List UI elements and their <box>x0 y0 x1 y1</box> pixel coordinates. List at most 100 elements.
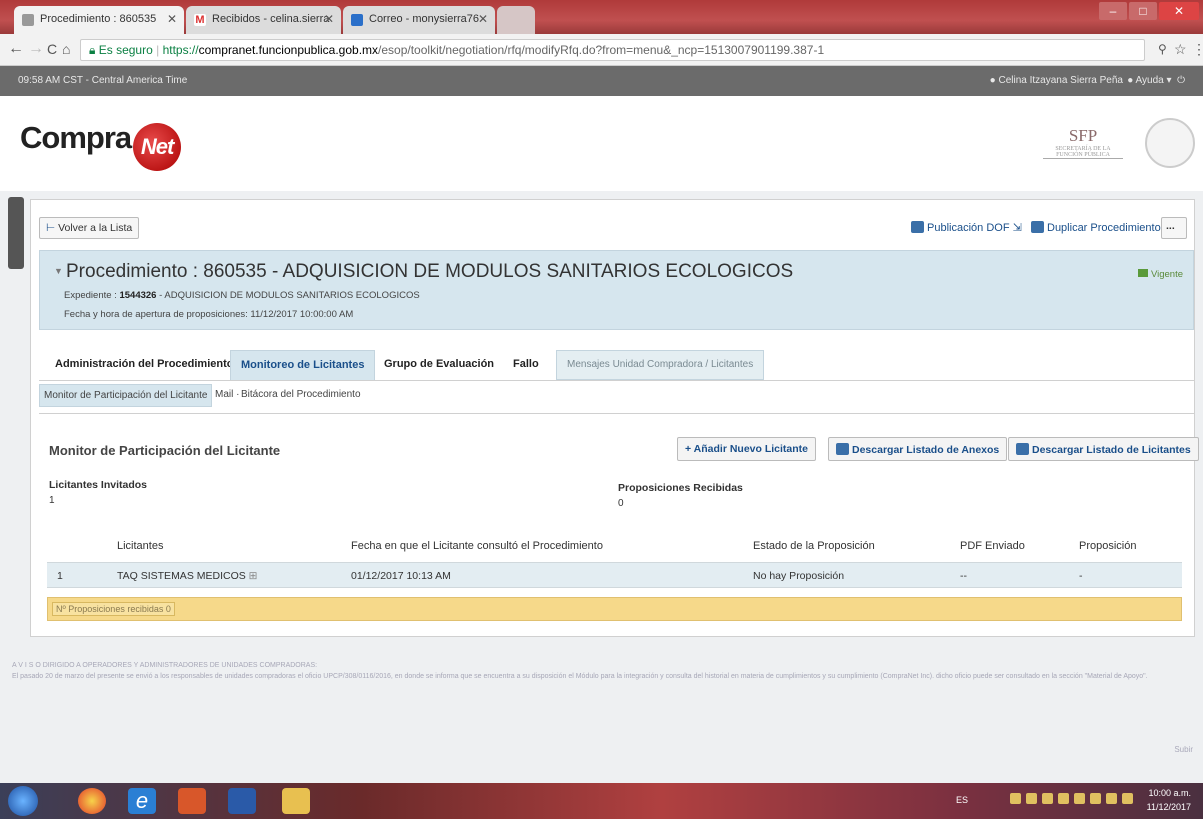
back-arrow-icon: ⊢ <box>46 222 56 234</box>
status-icon <box>1137 269 1148 277</box>
download-anexos-label: Descargar Listado de Anexos <box>852 444 1000 456</box>
sub-tab-bar: Monitor de Participación del Licitante M… <box>39 380 1194 414</box>
status-badge: Vigente <box>1137 269 1183 280</box>
minimize-icon[interactable]: – <box>1099 2 1127 20</box>
internet-explorer-icon[interactable]: e <box>128 788 156 814</box>
window-controls: – □ ✕ <box>1099 2 1199 20</box>
sfp-subtitle: SECRETARÍA DE LA FUNCIÓN PÚBLICA <box>1055 146 1111 158</box>
zoom-icon[interactable]: ⚲ <box>1158 42 1167 56</box>
compranet-logo[interactable]: Compra Net <box>20 120 182 171</box>
status-label: Vigente <box>1150 269 1183 280</box>
clock[interactable]: 10:00 a.m. 11/12/2017 <box>1147 786 1191 814</box>
url-field[interactable]: 🔒︎ Es seguro | https://compranet.funcion… <box>80 39 1145 61</box>
word-icon[interactable] <box>228 788 256 814</box>
dof-label: Publicación DOF <box>927 222 1010 234</box>
browser-tab-correo[interactable]: Correo - monysierra76 ✕ <box>343 6 495 34</box>
expediente-desc: - ADQUISICION DE MODULOS SANITARIOS ECOL… <box>156 290 420 301</box>
download-icon <box>836 443 849 455</box>
download-licitantes-label: Descargar Listado de Licitantes <box>1032 444 1191 456</box>
tray-icon[interactable] <box>1106 793 1117 804</box>
publicacion-dof-link[interactable]: Publicación DOF ⇲ <box>911 221 1022 234</box>
close-icon[interactable]: ✕ <box>478 12 488 26</box>
browser-tab-recibidos[interactable]: M Recibidos - celina.sierra ✕ <box>186 6 341 34</box>
back-to-list-button[interactable]: ⊢ Volver a la Lista <box>39 217 140 239</box>
duplicate-procedure-link[interactable]: Duplicar Procedimiento <box>1031 221 1161 234</box>
forward-arrow-icon[interactable]: → <box>28 40 44 58</box>
sfp-logo: SFP SECRETARÍA DE LA FUNCIÓN PÚBLICA <box>1043 126 1123 159</box>
tab-fallo[interactable]: Fallo <box>503 350 549 380</box>
url-path: /esop/toolkit/negotiation/rfq/modifyRfq.… <box>378 43 825 57</box>
back-arrow-icon[interactable]: ← <box>8 40 24 58</box>
tab-monitoreo[interactable]: Monitoreo de Licitantes <box>230 350 376 380</box>
close-icon[interactable]: ✕ <box>324 12 334 26</box>
user-icon: ● <box>989 75 996 86</box>
url-host: compranet.funcionpublica.gob.mx <box>198 43 379 57</box>
licitante-name[interactable]: TAQ SISTEMAS MEDICOS ⊞ <box>117 570 257 582</box>
app-top-bar: 09:58 AM CST - Central America Time ● Ce… <box>0 66 1203 96</box>
language-indicator[interactable]: ES <box>956 795 968 805</box>
pdf-enviado: -- <box>960 570 967 582</box>
notice-text: A V I S O DIRIGIDO A OPERADORES Y ADMINI… <box>12 660 1192 682</box>
outlook-icon <box>351 14 363 26</box>
collapse-icon[interactable]: ▼ <box>54 266 63 276</box>
tab-title: Correo - monysierra76 <box>369 13 480 25</box>
tray-icon[interactable] <box>1026 793 1037 804</box>
government-seal-icon <box>1145 118 1195 168</box>
recibidas-value: 0 <box>618 498 624 509</box>
tray-icon[interactable] <box>1058 793 1069 804</box>
expediente-line: Expediente : 1544326 - ADQUISICION DE MO… <box>64 290 420 301</box>
tab-grupo-evaluacion[interactable]: Grupo de Evaluación <box>374 350 504 380</box>
windows-taskbar: e ES 10:00 a.m. 11/12/2017 <box>0 783 1203 819</box>
notice-body: El pasado 20 de marzo del presente se en… <box>12 673 1148 680</box>
browser-tab-procedimiento[interactable]: Procedimiento : 860535 ✕ <box>14 6 184 34</box>
mail-label: Mail <box>215 389 234 400</box>
download-icon <box>1016 443 1029 455</box>
chrome-icon[interactable] <box>78 788 106 814</box>
tray-icon[interactable] <box>1074 793 1085 804</box>
add-licitante-button[interactable]: + Añadir Nuevo Licitante <box>677 437 817 461</box>
tab-mensajes[interactable]: Mensajes Unidad Compradora / Licitantes <box>556 350 765 380</box>
table-footer: Nº Proposiciones recibidas 0 <box>47 597 1182 621</box>
close-window-icon[interactable]: ✕ <box>1159 2 1199 20</box>
start-button-icon[interactable] <box>8 786 38 816</box>
close-icon[interactable]: ✕ <box>167 12 177 26</box>
help-label: Ayuda <box>1135 75 1164 86</box>
more-options-button[interactable]: ... <box>1161 217 1187 239</box>
col-header-licitantes: Licitantes <box>117 540 164 552</box>
fecha-consulta: 01/12/2017 10:13 AM <box>351 570 451 582</box>
download-licitantes-button[interactable]: Descargar Listado de Licitantes <box>1008 437 1199 461</box>
tray-icon[interactable] <box>1010 793 1021 804</box>
url-protocol: https:// <box>162 43 199 57</box>
home-icon[interactable]: ⌂ <box>62 41 70 57</box>
help-menu[interactable]: ● Ayuda ▾ ⏻ <box>1127 75 1185 86</box>
reload-icon[interactable]: C <box>47 41 57 57</box>
estado-proposicion: No hay Proposición <box>753 570 845 582</box>
row-number: 1 <box>57 570 63 582</box>
scroll-top-link[interactable]: Subir <box>1174 745 1193 754</box>
subtab-mail[interactable]: Mail · <box>215 389 239 400</box>
tab-administracion[interactable]: Administración del Procedimiento <box>45 350 243 380</box>
menu-icon[interactable]: ⋮ <box>1192 41 1203 58</box>
info-icon[interactable]: ⊞ <box>249 570 258 582</box>
subtab-bitacora[interactable]: Bitácora del Procedimiento <box>241 389 361 400</box>
download-anexos-button[interactable]: Descargar Listado de Anexos <box>828 437 1008 461</box>
current-time: 09:58 AM CST - Central America Time <box>18 75 188 86</box>
subtab-monitor[interactable]: Monitor de Participación del Licitante <box>39 384 213 407</box>
table-row[interactable]: 1 TAQ SISTEMAS MEDICOS ⊞ 01/12/2017 10:1… <box>47 562 1182 588</box>
new-tab-button[interactable] <box>497 6 535 34</box>
tab-title: Recibidos - celina.sierra <box>212 13 330 25</box>
col-header-fecha: Fecha en que el Licitante consultó el Pr… <box>351 540 603 552</box>
star-icon[interactable]: ☆ <box>1174 41 1187 58</box>
user-menu[interactable]: ● Celina Itzayana Sierra Peña <box>990 75 1123 86</box>
tray-icon[interactable] <box>1090 793 1101 804</box>
clock-date: 11/12/2017 <box>1146 802 1191 812</box>
maximize-icon[interactable]: □ <box>1129 2 1157 20</box>
folder-icon[interactable] <box>282 788 310 814</box>
help-icon: ● <box>1127 75 1134 86</box>
sidebar-toggle-handle[interactable] <box>8 197 24 269</box>
tray-icon[interactable] <box>1042 793 1053 804</box>
logo-text: Compra <box>20 120 132 155</box>
volume-icon[interactable] <box>1122 793 1133 804</box>
col-header-pdf: PDF Enviado <box>960 540 1025 552</box>
media-player-icon[interactable] <box>178 788 206 814</box>
